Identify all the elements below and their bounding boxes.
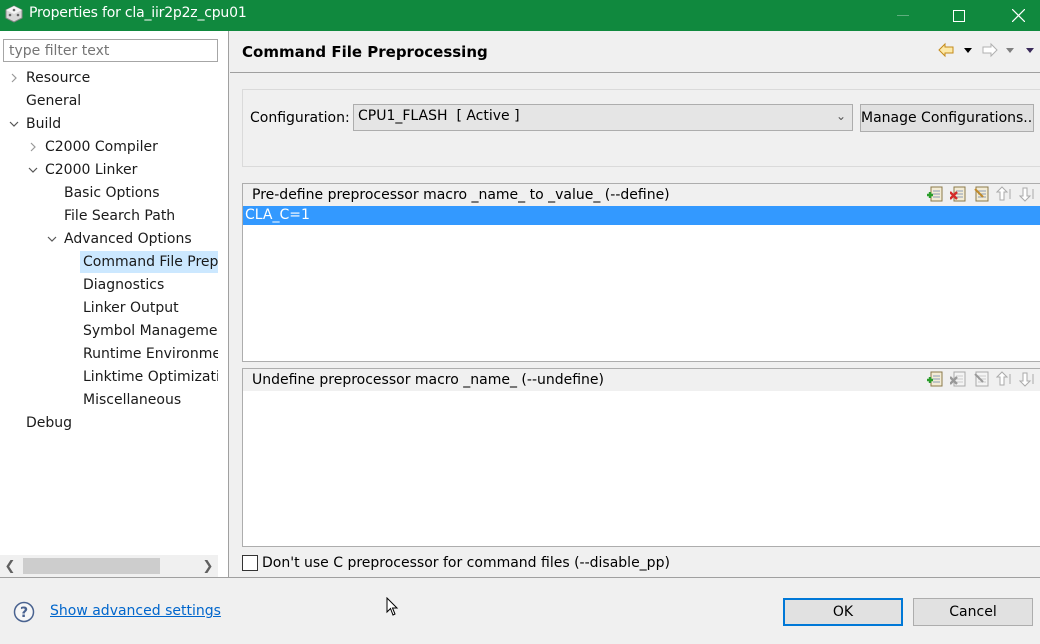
edit-icon[interactable] xyxy=(973,371,989,387)
tree-item[interactable]: Miscellaneous xyxy=(0,389,218,411)
filter-input[interactable] xyxy=(3,39,218,62)
tree-item[interactable]: Command File Preprocessing xyxy=(0,251,218,273)
disable-pp-checkbox[interactable] xyxy=(242,555,258,571)
tree-item-label: Symbol Management xyxy=(83,323,218,339)
move-down-icon[interactable] xyxy=(1019,371,1035,387)
maximize-icon xyxy=(953,9,965,22)
undefine-macro-panel: Undefine preprocessor macro _name_ (--un… xyxy=(242,368,1040,547)
close-button[interactable] xyxy=(995,0,1040,31)
chevron-down-icon[interactable] xyxy=(46,228,58,250)
window-title: Properties for cla_iir2p2z_cpu01 xyxy=(29,5,247,21)
app-cube-icon xyxy=(5,5,23,23)
scroll-right-icon[interactable]: ❯ xyxy=(198,555,218,577)
tree-item[interactable]: Debug xyxy=(0,412,218,434)
tree-item[interactable]: Build xyxy=(0,113,218,135)
tree-item-label: Linktime Optimization xyxy=(83,369,218,385)
tree-item-label: General xyxy=(26,93,82,109)
define-toolbar xyxy=(927,186,1035,202)
tree-item[interactable]: Runtime Environment xyxy=(0,343,218,365)
tree-item-label: C2000 Linker xyxy=(45,162,138,178)
footer-separator xyxy=(0,577,1040,578)
undefine-panel-header: Undefine preprocessor macro _name_ (--un… xyxy=(243,369,1040,391)
move-down-icon[interactable] xyxy=(1019,186,1035,202)
edit-icon[interactable] xyxy=(973,186,989,202)
define-list-item[interactable]: CLA_C=1 xyxy=(243,206,1040,225)
configuration-label: Configuration: xyxy=(250,110,350,126)
tree-item-label: Command File Preprocessing xyxy=(80,251,218,273)
chevron-down-icon[interactable] xyxy=(27,159,39,181)
forward-menu-icon[interactable] xyxy=(1005,41,1015,59)
chevron-right-icon[interactable] xyxy=(8,67,20,89)
define-panel-header: Pre-define preprocessor macro _name_ to … xyxy=(243,184,1040,206)
manage-configurations-button[interactable]: Manage Configurations... xyxy=(860,104,1034,132)
scroll-thumb[interactable] xyxy=(23,558,160,574)
tree-item[interactable]: Basic Options xyxy=(0,182,218,204)
disable-pp-option[interactable]: Don't use C preprocessor for command fil… xyxy=(242,553,670,573)
configuration-value: CPU1_FLASH [ Active ] xyxy=(358,108,520,124)
move-up-icon[interactable] xyxy=(996,371,1012,387)
horizontal-scrollbar[interactable]: ❮ ❯ xyxy=(0,555,218,577)
tree-item[interactable]: C2000 Linker xyxy=(0,159,218,181)
cancel-button[interactable]: Cancel xyxy=(913,598,1033,626)
tree-item[interactable]: Symbol Management xyxy=(0,320,218,342)
maximize-button[interactable] xyxy=(936,0,982,31)
back-menu-icon[interactable] xyxy=(963,41,973,59)
delete-icon[interactable] xyxy=(950,186,966,202)
back-icon[interactable] xyxy=(938,41,954,59)
tree-item[interactable]: Linktime Optimization xyxy=(0,366,218,388)
sidebar: Resource General Build C2000 Compiler C2000 … xyxy=(0,31,229,577)
tree-item[interactable]: Diagnostics xyxy=(0,274,218,296)
tree-item-label: Advanced Options xyxy=(64,231,192,247)
disable-pp-label: Don't use C preprocessor for command fil… xyxy=(262,555,670,571)
tree-item-label: C2000 Compiler xyxy=(45,139,158,155)
move-up-icon[interactable] xyxy=(996,186,1012,202)
add-icon[interactable] xyxy=(927,371,943,387)
title-bar: Properties for cla_iir2p2z_cpu01 xyxy=(0,0,1040,31)
forward-icon[interactable] xyxy=(982,41,998,59)
page-title: Command File Preprocessing xyxy=(242,43,488,61)
tree-item[interactable]: Linker Output xyxy=(0,297,218,319)
tree-item[interactable]: File Search Path xyxy=(0,205,218,227)
minimize-button[interactable] xyxy=(880,0,926,31)
close-icon xyxy=(1011,9,1025,22)
tree-item-label: Diagnostics xyxy=(83,277,165,293)
chevron-down-icon[interactable] xyxy=(8,113,20,135)
tree-item[interactable]: C2000 Compiler xyxy=(0,136,218,158)
svg-text:?: ? xyxy=(20,605,28,621)
define-macro-panel: Pre-define preprocessor macro _name_ to … xyxy=(242,183,1040,362)
configuration-select[interactable]: CPU1_FLASH [ Active ] ⌄ xyxy=(353,104,853,131)
view-menu-icon[interactable] xyxy=(1025,41,1035,59)
chevron-down-icon: ⌄ xyxy=(835,109,846,123)
scroll-left-icon[interactable]: ❮ xyxy=(0,555,20,577)
tree-item[interactable]: Advanced Options xyxy=(0,228,218,250)
add-icon[interactable] xyxy=(927,186,943,202)
tree-item-label: Debug xyxy=(26,415,73,431)
ok-button[interactable]: OK xyxy=(783,598,903,626)
header-separator xyxy=(230,72,1040,73)
tree-item-label: Linker Output xyxy=(83,300,179,316)
tree-item-label: Resource xyxy=(26,70,91,86)
tree-item[interactable]: General xyxy=(0,90,218,112)
tree-item-label: Build xyxy=(26,116,62,132)
delete-icon[interactable] xyxy=(950,371,966,387)
define-panel-title: Pre-define preprocessor macro _name_ to … xyxy=(252,187,670,203)
undefine-panel-title: Undefine preprocessor macro _name_ (--un… xyxy=(252,372,605,388)
content-panel: Command File Preprocessing Configuration… xyxy=(230,31,1040,577)
help-icon[interactable]: ? xyxy=(13,601,35,623)
minimize-icon xyxy=(897,14,909,16)
tree-item-label: File Search Path xyxy=(64,208,176,224)
tree-item-label: Runtime Environment xyxy=(83,346,218,362)
chevron-right-icon[interactable] xyxy=(27,136,39,158)
show-advanced-settings-link[interactable]: Show advanced settings xyxy=(50,603,221,619)
undefine-toolbar xyxy=(927,371,1035,387)
tree-item-label: Miscellaneous xyxy=(83,392,182,408)
tree-item[interactable]: Resource xyxy=(0,67,218,89)
mouse-cursor-icon xyxy=(386,597,399,616)
tree-item-label: Basic Options xyxy=(64,185,160,201)
